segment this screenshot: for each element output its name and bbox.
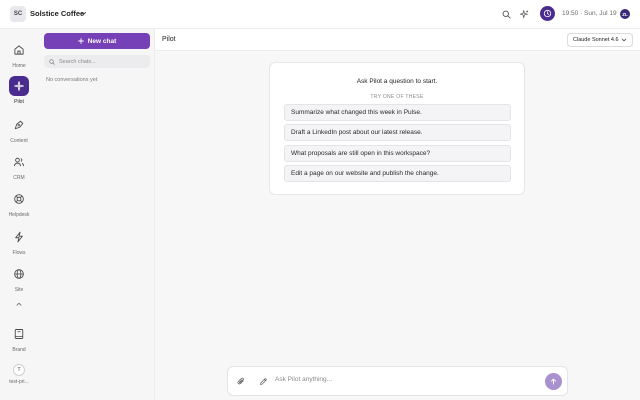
rail-item-account[interactable]: T test-pri... xyxy=(0,364,38,385)
pencil-icon[interactable] xyxy=(259,377,268,386)
rail-label-flows: Flows xyxy=(12,250,26,256)
rail-item-flows[interactable]: Flows xyxy=(0,227,38,256)
prompt-starter-card: Ask Pilot a question to start. TRY ONE O… xyxy=(269,62,525,195)
account-avatar: T xyxy=(13,364,25,376)
model-select-value: Claude Sonnet 4.6 xyxy=(573,37,619,43)
rail-label-content: Content xyxy=(10,138,28,144)
plus-icon xyxy=(77,38,84,44)
pilot-status-button[interactable] xyxy=(540,6,555,21)
rail-label-account: test-pri... xyxy=(9,379,29,385)
suggestion-button[interactable]: Summarize what changed this week in Puls… xyxy=(284,104,511,121)
rail-label-home: Home xyxy=(12,63,26,69)
main-header: Pilot Claude Sonnet 4.6 xyxy=(155,29,640,51)
card-subtitle: TRY ONE OF THESE xyxy=(370,94,424,100)
card-title: Ask Pilot a question to start. xyxy=(356,78,438,85)
pilot-icon xyxy=(9,76,29,96)
search-icon[interactable] xyxy=(502,10,511,19)
new-chat-button[interactable]: New chat xyxy=(44,33,150,49)
new-chat-label: New chat xyxy=(87,37,117,45)
main-area: Pilot Claude Sonnet 4.6 Ask Pilot a ques… xyxy=(155,29,640,400)
suggestion-button[interactable]: Draft a LinkedIn post about our latest r… xyxy=(284,124,511,141)
workspace-avatar[interactable]: SC xyxy=(10,6,26,22)
search-icon xyxy=(49,58,55,65)
chat-search-input[interactable] xyxy=(59,58,149,65)
lifebuoy-icon xyxy=(9,189,29,209)
send-button[interactable] xyxy=(545,373,562,390)
rail-item-home[interactable]: Home xyxy=(0,40,38,69)
rail-label-helpdesk: Helpdesk xyxy=(8,212,30,218)
rail-item-helpdesk[interactable]: Helpdesk xyxy=(0,189,38,218)
workspace-name[interactable]: Solstice Coffee xyxy=(30,9,84,18)
datetime-display: 19:50 · Sun, Jul 19 xyxy=(562,10,617,17)
rail-item-content[interactable]: Content xyxy=(0,115,38,144)
book-icon xyxy=(9,324,29,344)
conversations-panel: New chat No conversations yet xyxy=(38,29,155,400)
pen-nib-icon xyxy=(9,115,29,135)
chevron-up-icon[interactable] xyxy=(15,300,23,308)
chat-composer xyxy=(227,366,568,396)
empty-conversations-text: No conversations yet xyxy=(46,77,98,83)
app-rail: Home Pilot Content CRM Helpdesk Flows Si… xyxy=(0,29,38,400)
user-avatar[interactable]: ZL xyxy=(620,9,630,19)
chevron-down-icon[interactable] xyxy=(80,10,87,17)
rail-label-pilot: Pilot xyxy=(14,99,24,105)
chat-search[interactable] xyxy=(44,55,150,68)
rail-item-crm[interactable]: CRM xyxy=(0,152,38,181)
suggestion-button[interactable]: Edit a page on our website and publish t… xyxy=(284,165,511,182)
rail-label-site: Site xyxy=(14,287,24,293)
lightning-icon xyxy=(9,227,29,247)
rail-label-crm: CRM xyxy=(13,175,25,181)
clock-icon xyxy=(543,9,552,18)
rail-item-site[interactable]: Site xyxy=(0,264,38,293)
chevron-down-icon xyxy=(621,37,627,43)
rail-item-brand[interactable]: Brand xyxy=(0,324,38,353)
globe-icon xyxy=(9,264,29,284)
page-title: Pilot xyxy=(162,36,176,43)
paperclip-icon[interactable] xyxy=(237,377,246,386)
message-input[interactable] xyxy=(275,376,525,383)
sparkle-icon[interactable] xyxy=(520,10,529,19)
arrow-up-icon xyxy=(551,378,556,385)
model-select[interactable]: Claude Sonnet 4.6 xyxy=(567,33,633,47)
rail-label-brand: Brand xyxy=(12,347,26,353)
top-bar: SC Solstice Coffee 19:50 · Sun, Jul 19 Z… xyxy=(0,0,640,29)
suggestion-button[interactable]: What proposals are still open in this wo… xyxy=(284,145,511,162)
users-icon xyxy=(9,152,29,172)
home-icon xyxy=(9,40,29,60)
rail-item-pilot[interactable]: Pilot xyxy=(0,76,38,105)
